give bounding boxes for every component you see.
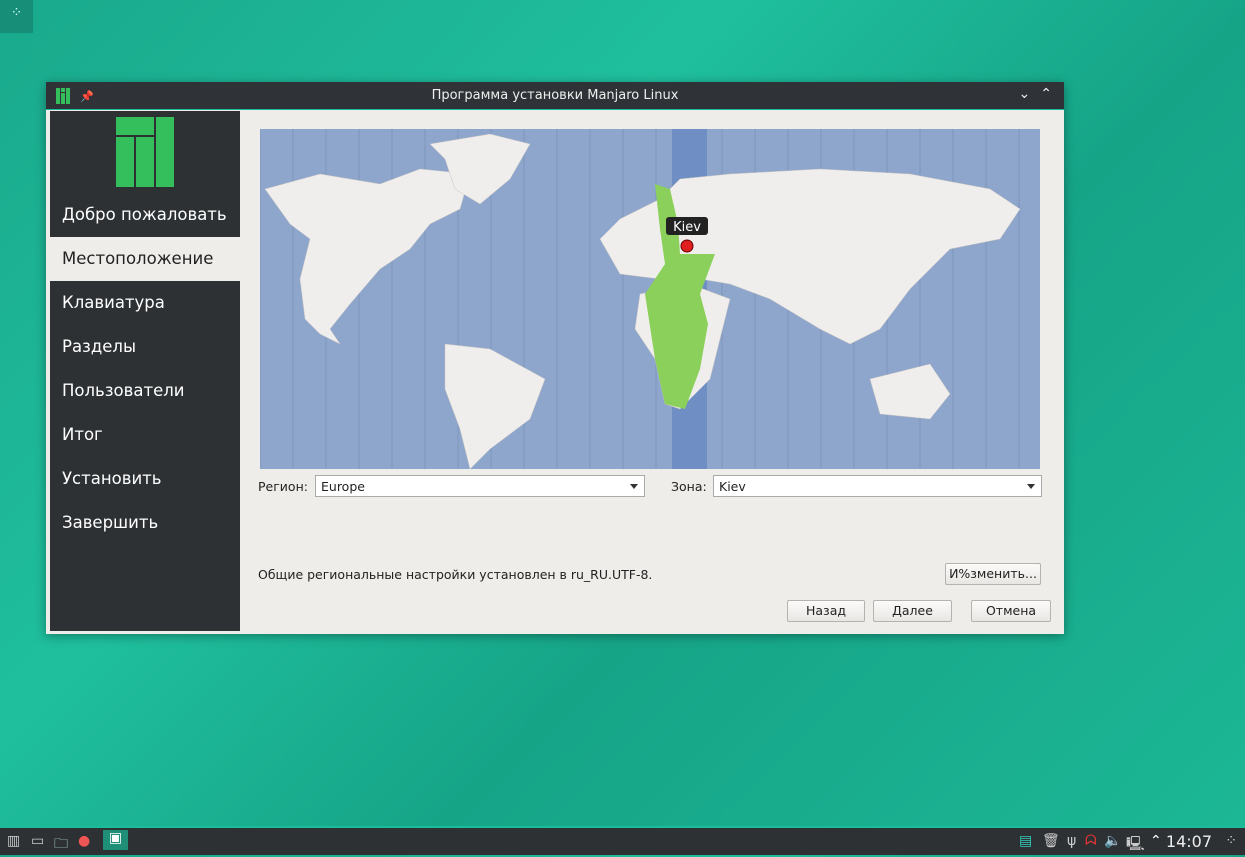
manjaro-icon xyxy=(56,88,70,104)
ghost-icon[interactable]: ᗣ xyxy=(1085,833,1097,849)
usb-icon[interactable]: ψ xyxy=(1067,833,1076,849)
clock[interactable]: 14:07 xyxy=(1166,832,1212,851)
next-button[interactable]: Далее xyxy=(873,600,952,622)
sidebar-item-summary: Итог xyxy=(62,425,103,444)
desktop-corner-button[interactable]: ⁘ xyxy=(0,0,33,33)
title-bar[interactable]: 📌 Программа установки Manjaro Linux ⌄ ⌃ xyxy=(46,82,1064,110)
manjaro-logo xyxy=(116,117,174,187)
australia xyxy=(869,363,951,420)
locale-text: Общие региональные настройки установлен … xyxy=(258,567,653,582)
file-manager-icon[interactable]: 🗀 xyxy=(54,833,68,857)
change-locale-button[interactable]: И%зменить... xyxy=(945,563,1041,585)
installer-task-icon[interactable]: ▣ xyxy=(103,830,128,850)
network-icon[interactable]: 🖳 xyxy=(1126,833,1145,857)
sidebar-item-install: Установить xyxy=(62,469,162,488)
volume-icon[interactable]: 🔈 xyxy=(1104,833,1121,849)
app-menu-icon[interactable]: ▥ xyxy=(7,833,20,849)
back-button[interactable]: Назад xyxy=(787,600,865,622)
pin-label: Kiev xyxy=(673,220,701,235)
region-label: Регион: xyxy=(258,479,308,494)
sidebar-item-partitions: Разделы xyxy=(62,337,136,356)
region-select[interactable]: Europe xyxy=(315,475,645,497)
sidebar: Добро пожаловать Местоположение Клавиату… xyxy=(50,111,240,631)
north-america xyxy=(264,168,471,345)
minimize-icon[interactable]: ⌄ xyxy=(1019,86,1031,102)
panel-options-icon[interactable]: ⁘ xyxy=(1225,833,1237,849)
pager-icon[interactable]: ▤ xyxy=(1019,833,1032,849)
taskbar: ▥ ▭ 🗀 ● ▣ ▤ 🗑 ψ ᗣ 🔈 🖳 ⌃ 14:07 ⁘ xyxy=(0,826,1245,855)
installer-window: 📌 Программа установки Manjaro Linux ⌄ ⌃ Д… xyxy=(46,82,1064,634)
show-desktop-icon[interactable]: ▭ xyxy=(31,833,44,849)
zone-label: Зона: xyxy=(671,479,707,494)
world-map: Kiev xyxy=(260,129,1021,469)
pin-icon[interactable]: 📌 xyxy=(80,90,94,103)
tray-expand-icon[interactable]: ⌃ xyxy=(1150,833,1162,849)
sidebar-item-users: Пользователи xyxy=(62,381,185,400)
sidebar-item-welcome: Добро пожаловать xyxy=(62,205,227,224)
window-title: Программа установки Manjaro Linux xyxy=(431,88,679,103)
sidebar-item-finish: Завершить xyxy=(62,513,159,532)
trash-icon[interactable]: 🗑 xyxy=(1042,833,1060,849)
location-pin xyxy=(680,239,694,253)
south-america xyxy=(444,343,546,469)
sidebar-item-keyboard: Клавиатура xyxy=(62,293,165,312)
cancel-button[interactable]: Отмена xyxy=(971,600,1051,622)
zone-select[interactable]: Kiev xyxy=(713,475,1042,497)
sidebar-item-location: Местоположение xyxy=(50,237,240,281)
firefox-icon[interactable]: ● xyxy=(78,833,90,849)
maximize-icon[interactable]: ⌃ xyxy=(1040,86,1052,102)
timezone-map[interactable]: Kiev xyxy=(260,129,1040,469)
